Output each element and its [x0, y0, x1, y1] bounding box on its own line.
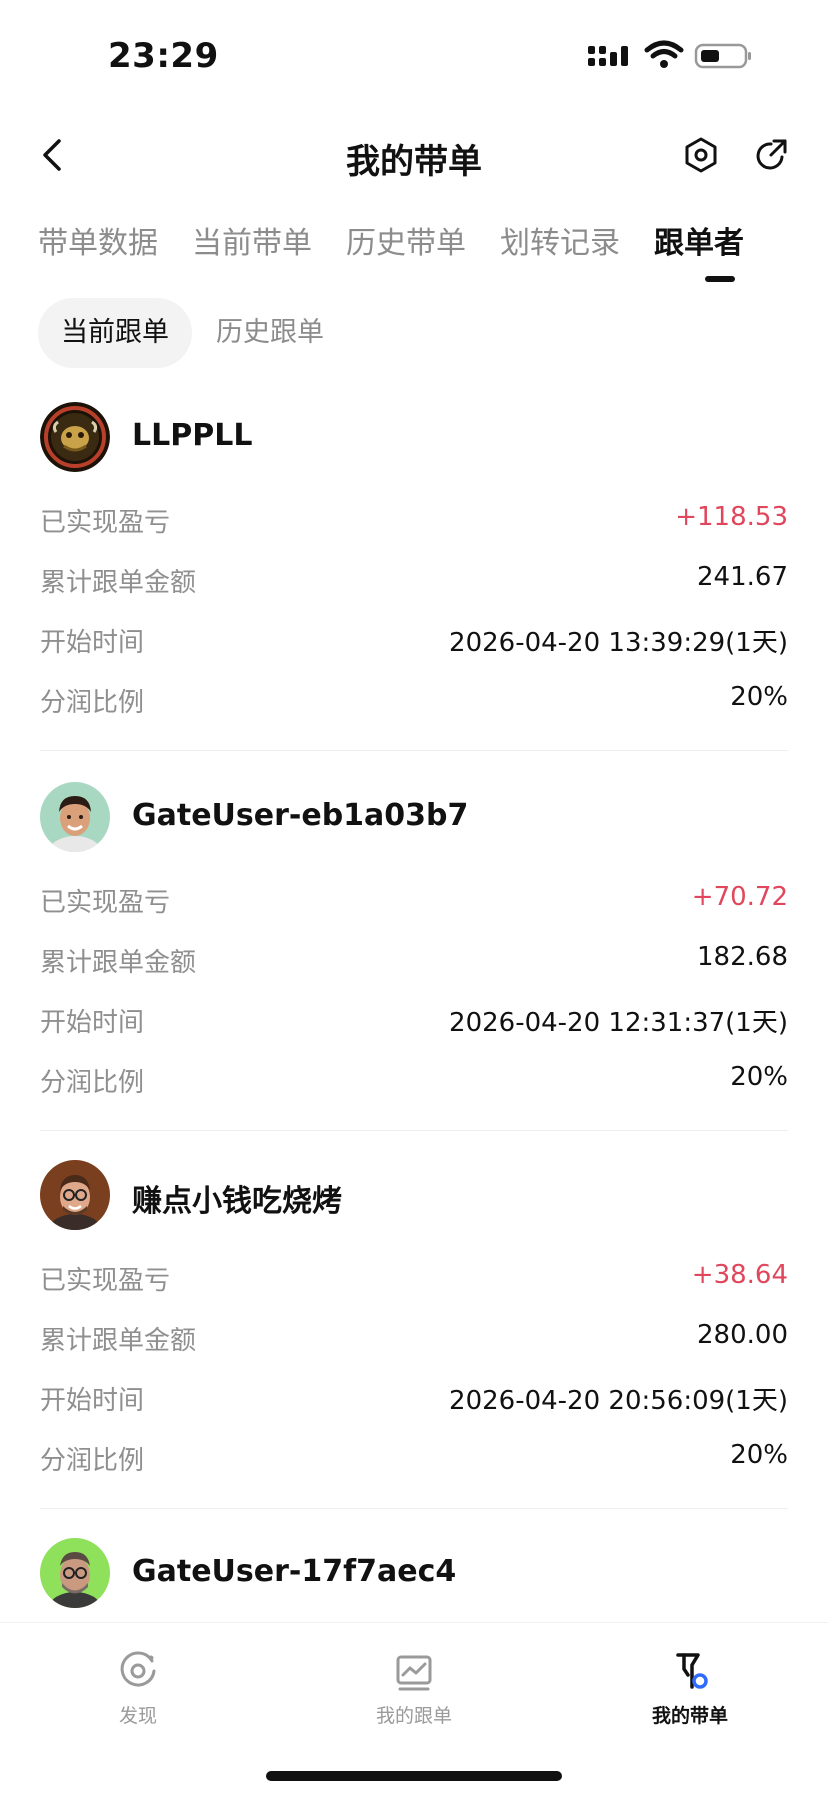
profit-share-value: 20%: [730, 682, 788, 712]
share-icon: [756, 139, 787, 170]
subtab-history-follow[interactable]: 历史跟单: [216, 298, 324, 368]
amount-label: 累计跟单金额: [40, 948, 197, 978]
profit-share-row: 分润比例 20%: [40, 1440, 788, 1480]
avatar: [40, 1160, 110, 1230]
main-tabs: 带单数据 当前带单 历史带单 划转记录 跟单者: [0, 214, 828, 284]
divider: [40, 1508, 788, 1509]
share-button[interactable]: [750, 134, 792, 176]
pnl-label: 已实现盈亏: [40, 1266, 171, 1296]
start-time-label: 开始时间: [40, 1008, 145, 1038]
start-time-row: 开始时间 2026-04-20 12:31:37(1天): [40, 1002, 788, 1042]
home-indicator: [266, 1771, 562, 1781]
profit-share-value: 20%: [730, 1062, 788, 1092]
amount-value: 280.00: [697, 1320, 788, 1350]
avatar: [40, 782, 110, 852]
amount-label: 累计跟单金额: [40, 1326, 197, 1356]
profit-share-label: 分润比例: [40, 688, 145, 718]
profit-share-row: 分润比例 20%: [40, 682, 788, 722]
amount-row: 累计跟单金额 280.00: [40, 1320, 788, 1360]
follower-name: GateUser-eb1a03b7: [132, 798, 469, 833]
start-time-label: 开始时间: [40, 1386, 145, 1416]
start-time-value: 2026-04-20 13:39:29(1天): [449, 628, 788, 658]
follower-header[interactable]: GateUser-eb1a03b7: [40, 782, 788, 852]
profit-share-label: 分润比例: [40, 1068, 145, 1098]
subtab-current-follow[interactable]: 当前跟单: [38, 298, 192, 368]
bottom-nav: 发现 我的跟单 我的带单: [0, 1622, 828, 1795]
header: 我的带单: [0, 120, 828, 192]
battery-icon: [694, 43, 751, 69]
divider: [40, 1130, 788, 1131]
pnl-label: 已实现盈亏: [40, 508, 171, 538]
nav-my-lead[interactable]: 我的带单: [610, 1649, 770, 1728]
divider: [40, 750, 788, 751]
amount-row: 累计跟单金额 182.68: [40, 942, 788, 982]
profit-share-value: 20%: [730, 1440, 788, 1470]
wifi-icon: [644, 40, 684, 68]
amount-value: 241.67: [697, 562, 788, 592]
start-time-row: 开始时间 2026-04-20 13:39:29(1天): [40, 622, 788, 662]
pnl-value: +38.64: [691, 1260, 788, 1290]
follower-header[interactable]: LLPPLL: [40, 402, 788, 472]
status-time: 23:29: [108, 36, 219, 76]
follower-header[interactable]: 赚点小钱吃烧烤: [40, 1160, 788, 1230]
nav-discover-label: 发现: [118, 1705, 157, 1727]
avatar: [40, 1538, 110, 1608]
start-time-value: 2026-04-20 12:31:37(1天): [449, 1008, 788, 1038]
tab-followers[interactable]: 跟单者: [654, 218, 744, 262]
amount-value: 182.68: [697, 942, 788, 972]
tab-lead-data[interactable]: 带单数据: [38, 218, 158, 262]
pnl-row: 已实现盈亏 +38.64: [40, 1260, 788, 1300]
tab-history-lead[interactable]: 历史带单: [346, 218, 466, 262]
settings-button[interactable]: [680, 134, 722, 176]
avatar: [40, 402, 110, 472]
follower-name: GateUser-17f7aec4: [132, 1554, 457, 1589]
pnl-value: +70.72: [691, 882, 788, 912]
start-time-value: 2026-04-20 20:56:09(1天): [449, 1386, 788, 1416]
amount-label: 累计跟单金额: [40, 568, 197, 598]
pnl-label: 已实现盈亏: [40, 888, 171, 918]
cellular-signal-icon: [588, 46, 628, 66]
nav-my-follow[interactable]: 我的跟单: [334, 1649, 494, 1728]
pnl-row: 已实现盈亏 +118.53: [40, 502, 788, 542]
profit-share-label: 分润比例: [40, 1446, 145, 1476]
follower-name: 赚点小钱吃烧烤: [132, 1184, 342, 1219]
settings-icon: [685, 137, 717, 173]
tab-indicator: [705, 276, 735, 282]
nav-discover[interactable]: 发现: [58, 1649, 218, 1728]
chart-icon: [396, 1655, 432, 1691]
amount-row: 累计跟单金额 241.67: [40, 562, 788, 602]
pnl-value: +118.53: [675, 502, 788, 532]
tab-current-lead[interactable]: 当前带单: [192, 218, 312, 262]
discover-icon: [120, 1651, 156, 1687]
nav-my-lead-label: 我的带单: [651, 1705, 728, 1727]
profit-share-row: 分润比例 20%: [40, 1062, 788, 1102]
tab-transfer-records[interactable]: 划转记录: [500, 218, 620, 262]
lead-trade-icon: [676, 1653, 708, 1689]
start-time-label: 开始时间: [40, 628, 145, 658]
status-bar: 23:29: [0, 0, 828, 110]
nav-my-follow-label: 我的跟单: [375, 1705, 452, 1727]
follower-header[interactable]: GateUser-17f7aec4: [40, 1538, 788, 1608]
start-time-row: 开始时间 2026-04-20 20:56:09(1天): [40, 1380, 788, 1420]
follower-name: LLPPLL: [132, 418, 253, 453]
pnl-row: 已实现盈亏 +70.72: [40, 882, 788, 922]
